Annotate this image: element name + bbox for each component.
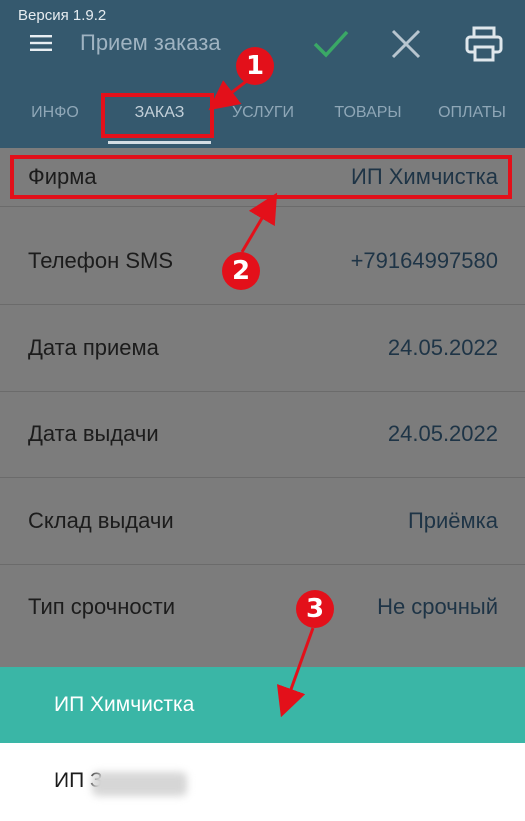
sheet-option-selected[interactable]: ИП Химчистка bbox=[0, 667, 525, 743]
row-sms-phone[interactable]: Телефон SMS +79164997580 bbox=[0, 218, 525, 305]
tab-bar: ИНФО ЗАКАЗ УСЛУГИ ТОВАРЫ ОПЛАТЫ bbox=[0, 88, 525, 148]
row-value: Не срочный bbox=[377, 594, 498, 619]
highlight-order-tab bbox=[101, 93, 214, 138]
close-icon[interactable] bbox=[388, 26, 424, 62]
row-urgency-type[interactable]: Тип срочности Не срочный bbox=[0, 564, 525, 650]
row-label: Тип срочности bbox=[28, 594, 175, 619]
print-icon[interactable] bbox=[465, 26, 503, 62]
row-value: +79164997580 bbox=[350, 248, 498, 273]
row-receive-date[interactable]: Дата приема 24.05.2022 bbox=[0, 305, 525, 392]
row-label: Склад выдачи bbox=[28, 508, 174, 533]
sheet-option[interactable]: ИП З bbox=[0, 743, 525, 821]
row-label: Дата приема bbox=[28, 335, 159, 360]
version-label: Версия 1.9.2 bbox=[18, 7, 107, 24]
row-label: Дата выдачи bbox=[28, 421, 159, 446]
annotation-badge-1: 1 bbox=[236, 47, 274, 85]
annotation-badge-2: 2 bbox=[222, 252, 260, 290]
check-icon[interactable] bbox=[312, 26, 350, 62]
highlight-firm-row bbox=[10, 155, 512, 199]
active-tab-indicator bbox=[108, 141, 211, 144]
tab-services[interactable]: УСЛУГИ bbox=[221, 88, 305, 148]
annotation-badge-3: 3 bbox=[296, 590, 334, 628]
page-title: Прием заказа bbox=[80, 30, 221, 55]
menu-icon[interactable] bbox=[30, 34, 52, 52]
row-value: 24.05.2022 bbox=[387, 421, 498, 446]
row-issue-date[interactable]: Дата выдачи 24.05.2022 bbox=[0, 391, 525, 478]
row-label: Телефон SMS bbox=[28, 248, 174, 273]
row-issue-warehouse[interactable]: Склад выдачи Приёмка bbox=[0, 478, 525, 565]
option-label: ИП Химчистка bbox=[54, 693, 195, 716]
tab-goods[interactable]: ТОВАРЫ bbox=[322, 88, 414, 148]
tab-info[interactable]: ИНФО bbox=[14, 88, 96, 148]
row-value: 24.05.2022 bbox=[387, 335, 498, 360]
row-value: Приёмка bbox=[407, 508, 498, 533]
order-form-list: Фирма ИП Химчистка Телефон SMS +79164997… bbox=[0, 148, 525, 667]
app-screen: Версия 1.9.2 Прием заказа ИНФО ЗАКАЗ УСЛ… bbox=[0, 0, 525, 821]
blurred-redaction bbox=[92, 772, 187, 796]
tab-payments[interactable]: ОПЛАТЫ bbox=[426, 88, 518, 148]
